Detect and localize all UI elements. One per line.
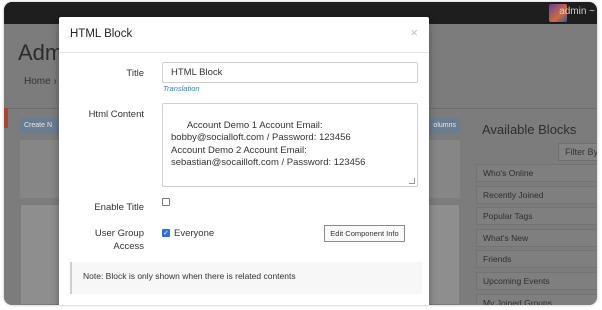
- filter-by-dropdown[interactable]: Filter By ˅: [558, 143, 597, 161]
- block-item-whats-new[interactable]: What's New: [476, 228, 597, 247]
- active-section-marker: [4, 108, 8, 128]
- everyone-checkbox[interactable]: ✓: [162, 229, 170, 237]
- html-content-textarea[interactable]: Account Demo 1 Account Email: bobby@soci…: [162, 103, 418, 187]
- everyone-label: Everyone: [174, 228, 215, 239]
- user-group-label-line1: User Group: [94, 228, 144, 239]
- modal-header: HTML Block ×: [59, 17, 429, 53]
- html-content-text: Account Demo 1 Account Email: bobby@soci…: [171, 119, 366, 169]
- user-group-access-label: User Group Access: [95, 227, 144, 253]
- block-item-popular-tags[interactable]: Popular Tags: [476, 207, 597, 226]
- title-label: Title: [126, 68, 144, 79]
- block-item-my-joined-groups[interactable]: My Joined Groups: [476, 293, 597, 305]
- note-text: Note: Block is only shown when there is …: [83, 271, 296, 281]
- block-item-recently-joined[interactable]: Recently Joined: [476, 185, 597, 204]
- available-blocks-title: Available Blocks: [482, 122, 577, 137]
- browser-frame: admin ~ Adm Home › Create N olumns Avail…: [4, 2, 597, 305]
- translation-link[interactable]: Translation: [163, 84, 200, 93]
- resize-grip-icon[interactable]: [409, 178, 415, 184]
- create-button[interactable]: Create N: [20, 118, 64, 134]
- title-input[interactable]: HTML Block: [162, 62, 418, 83]
- modal-title: HTML Block: [70, 28, 133, 40]
- html-content-label: Html Content: [88, 109, 144, 120]
- block-item-whos-online[interactable]: Who's Online: [476, 164, 597, 182]
- block-item-friends[interactable]: Friends: [476, 250, 597, 269]
- note-box: Note: Block is only shown when there is …: [70, 262, 422, 294]
- page-title: Adm: [18, 40, 64, 65]
- breadcrumb[interactable]: Home ›: [24, 76, 57, 87]
- user-group-label-line2: Access: [113, 241, 144, 252]
- edit-component-info-button[interactable]: Edit Component Info: [324, 225, 405, 242]
- close-icon[interactable]: ×: [410, 25, 418, 40]
- enable-title-label: Enable Title: [94, 202, 144, 213]
- block-item-upcoming-events[interactable]: Upcoming Events: [476, 271, 597, 290]
- user-menu[interactable]: admin ~: [559, 6, 595, 17]
- enable-title-checkbox[interactable]: [162, 198, 170, 206]
- available-blocks-list: Who's Online Recently Joined Popular Tag…: [476, 164, 597, 305]
- html-block-modal: HTML Block × Title HTML Block Translatio…: [59, 17, 429, 305]
